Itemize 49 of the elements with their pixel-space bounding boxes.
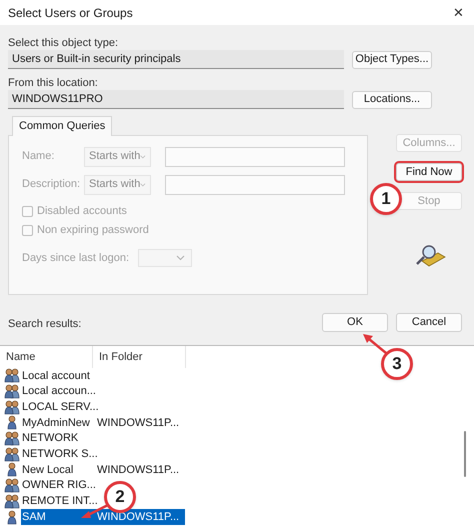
user-group-icon [4, 446, 21, 462]
folder-cell-text: WINDOWS11P... [97, 462, 180, 478]
field-label: Days since last logon: [22, 250, 130, 266]
scrollbar-thumb[interactable] [464, 431, 466, 477]
chevron-down-icon [140, 182, 146, 188]
user-group-icon [4, 478, 21, 494]
query-input[interactable] [165, 146, 345, 166]
side-button[interactable]: Find Now [396, 163, 462, 181]
name-cell[interactable]: REMOTE INT... [21, 494, 97, 510]
name-cell[interactable]: OWNER RIG... [21, 478, 97, 494]
close-button[interactable]: ✕ [453, 2, 466, 22]
checkbox-label: Non expiring password [37, 223, 149, 238]
name-cell[interactable]: Local account [21, 368, 97, 384]
folder-cell-text: WINDOWS11P... [97, 416, 180, 431]
dialog-button[interactable]: Object Types... [352, 50, 432, 68]
name-cell[interactable]: NETWORK S... [21, 446, 97, 462]
callout-arrow [362, 333, 388, 355]
field-label: Select this object type: [8, 36, 120, 50]
column-header[interactable]: In Folder [93, 346, 186, 368]
field-label: Description: [22, 177, 82, 192]
name-cell[interactable]: NETWORK [21, 430, 97, 446]
tab[interactable]: Common Queries [12, 116, 112, 136]
checkbox-label: Disabled accounts [37, 204, 127, 220]
query-input[interactable] [165, 174, 345, 194]
chevron-down-icon [140, 154, 146, 160]
chevron-down-icon [176, 255, 185, 261]
ok-button[interactable]: OK [322, 313, 388, 332]
user-group-icon [4, 431, 21, 446]
text-field[interactable]: Users or Built-in security principals [8, 50, 344, 69]
search-results-label: Search results: [8, 316, 82, 332]
field-label: From this location: [8, 76, 99, 90]
name-cell[interactable]: SAM [21, 509, 97, 525]
name-cell[interactable]: LOCAL SERV... [21, 399, 97, 416]
user-group-icon [4, 368, 21, 384]
search-icon [414, 243, 446, 269]
text-field[interactable]: WINDOWS11PRO [8, 90, 344, 109]
user-group-icon [4, 384, 21, 400]
user-group-icon [4, 494, 21, 509]
cancel-button[interactable]: Cancel [396, 313, 462, 332]
name-cell[interactable]: New Local [21, 462, 97, 478]
user-group-icon [4, 400, 21, 415]
window-title: Select Users or Groups [8, 4, 133, 22]
field-label: Name: [22, 149, 56, 164]
step-badge: 1 [370, 183, 402, 215]
folder-cell: WINDOWS11P... [97, 509, 185, 525]
dialog-button[interactable]: Locations... [352, 90, 432, 108]
column-header[interactable]: Name [0, 346, 93, 368]
name-cell[interactable]: Local accoun... [21, 384, 97, 400]
name-cell[interactable]: MyAdminNew [21, 415, 97, 431]
